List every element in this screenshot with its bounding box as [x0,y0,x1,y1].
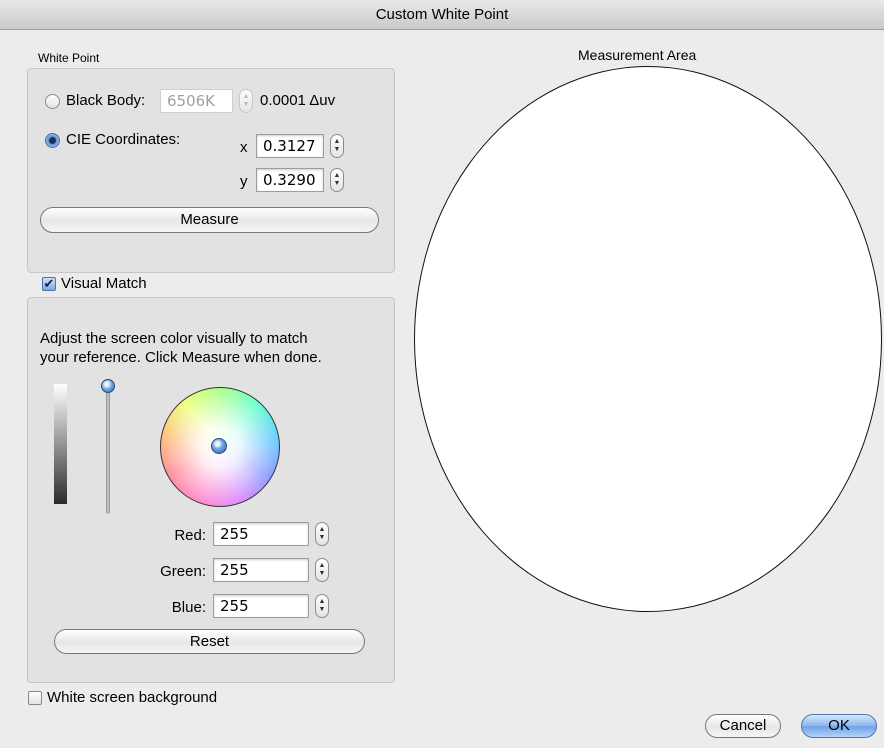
window-title-bar: Custom White Point [0,0,884,30]
visual-match-instructions-line1: Adjust the screen color visually to matc… [40,330,308,347]
checkmark-icon: ✔ [43,276,55,291]
white-screen-background-checkbox[interactable] [28,691,42,705]
cie-coordinates-radio[interactable] [45,133,60,148]
measure-button[interactable]: Measure [40,207,379,233]
black-body-label: Black Body: [66,92,146,109]
green-label: Green: [160,563,206,580]
visual-match-checkbox[interactable]: ✔ [42,277,56,291]
green-stepper[interactable]: ▲ ▼ [315,558,329,582]
ok-button[interactable]: OK [801,714,877,738]
brightness-gradient-bar [54,384,67,504]
up-arrow-icon: ▲ [242,93,250,100]
cie-x-label: x [240,139,248,156]
brightness-slider-track[interactable] [106,386,110,514]
up-arrow-icon: ▲ [318,598,326,605]
cie-coordinates-label: CIE Coordinates: [66,131,181,148]
up-arrow-icon: ▲ [318,562,326,569]
black-body-temperature-field[interactable]: 6506K [160,89,233,113]
color-picker-knob-icon[interactable] [211,438,227,454]
blue-field[interactable]: 255 [213,594,309,618]
window-title: Custom White Point [375,6,509,23]
down-arrow-icon: ▼ [318,570,326,577]
cancel-button[interactable]: Cancel [705,714,781,738]
visual-match-label: Visual Match [61,275,147,292]
black-body-delta-uv: 0.0001 Δuv [260,92,336,109]
up-arrow-icon: ▲ [318,526,326,533]
green-field[interactable]: 255 [213,558,309,582]
up-arrow-icon: ▲ [333,138,341,145]
cie-y-field[interactable]: 0.3290 [256,168,324,192]
blue-stepper[interactable]: ▲ ▼ [315,594,329,618]
red-field[interactable]: 255 [213,522,309,546]
red-label: Red: [174,527,206,544]
blue-label: Blue: [171,599,206,616]
down-arrow-icon: ▼ [318,534,326,541]
cie-x-stepper[interactable]: ▲ ▼ [330,134,344,158]
down-arrow-icon: ▼ [333,146,341,153]
cie-y-stepper[interactable]: ▲ ▼ [330,168,344,192]
red-stepper[interactable]: ▲ ▼ [315,522,329,546]
down-arrow-icon: ▼ [242,101,250,108]
visual-match-instructions-line2: your reference. Click Measure when done. [40,349,322,366]
cie-y-label: y [240,173,248,190]
down-arrow-icon: ▼ [333,180,341,187]
measurement-area-title: Measurement Area [578,47,697,63]
up-arrow-icon: ▲ [333,172,341,179]
black-body-stepper[interactable]: ▲ ▼ [239,89,253,113]
reset-button[interactable]: Reset [54,629,365,654]
down-arrow-icon: ▼ [318,606,326,613]
measurement-circle [414,66,882,612]
slider-knob-icon[interactable] [101,379,115,393]
white-point-group-label: White Point [38,51,100,65]
cie-x-field[interactable]: 0.3127 [256,134,324,158]
black-body-radio[interactable] [45,94,60,109]
white-screen-background-label: White screen background [47,689,218,706]
